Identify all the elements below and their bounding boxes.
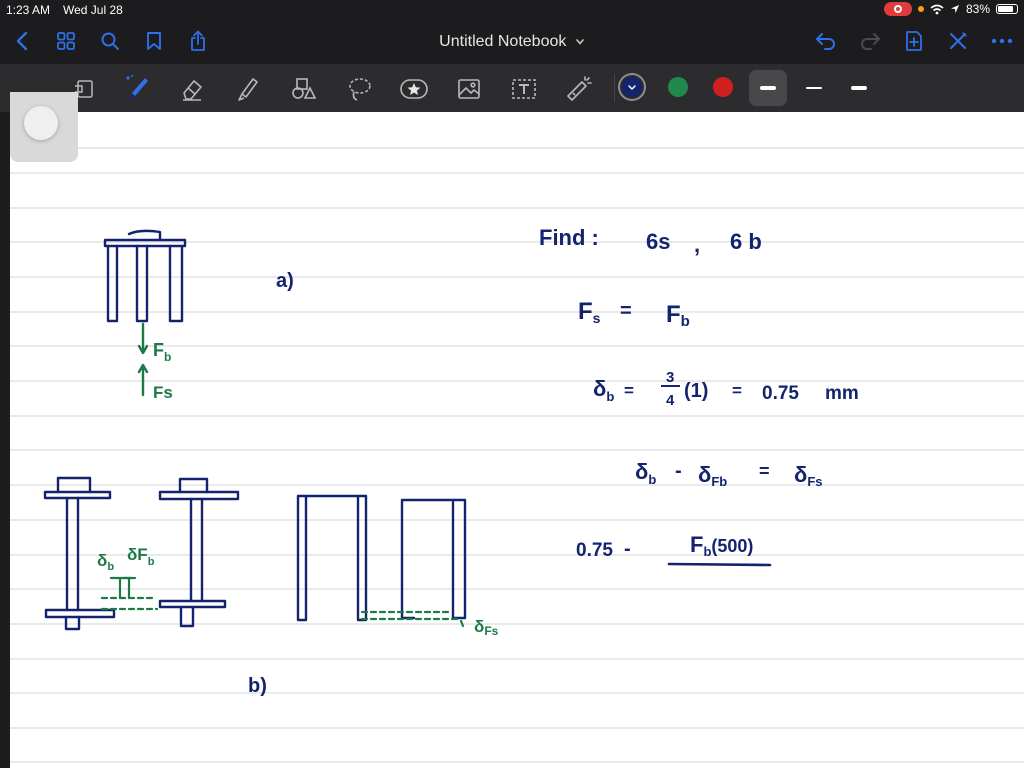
force-arrows [137, 322, 149, 397]
battery-icon [996, 4, 1018, 14]
find-b: 6 b [730, 229, 762, 254]
sketch-a-frame [103, 229, 187, 323]
close-writing-mode-icon[interactable] [945, 28, 971, 54]
wifi-icon [930, 4, 944, 14]
eq3-delta-b: δb [635, 459, 656, 487]
screen-record-icon [883, 2, 912, 16]
status-date: Wed Jul 28 [63, 3, 123, 17]
eq3-delta-fs: δFs [794, 462, 823, 489]
stroke-width-medium[interactable] [840, 70, 878, 106]
handwriting-layer[interactable]: Fb Fs a) δb δFb δFs b) Find: 6s , 6 b F… [10, 112, 1024, 768]
equations: Find : 6s , 6 b Fs = Fb δb = 3 4 (1) = 0… [539, 225, 859, 567]
color-swatch-green[interactable] [668, 77, 688, 97]
status-time: 1:23 AM [6, 3, 51, 17]
deformation-dashes [100, 596, 460, 621]
status-indicators: 83% [883, 2, 1018, 16]
eq2-numerator: 3 [666, 369, 674, 386]
stroke-width-thin-mark [806, 87, 822, 89]
sketch-b-bolts [43, 476, 467, 631]
color-swatch-red[interactable] [713, 77, 733, 97]
stroke-width-thick[interactable] [749, 70, 787, 106]
arrow-label-fb: Fb [153, 340, 171, 364]
chevron-down-icon[interactable] [575, 38, 585, 46]
sticker-icon[interactable] [399, 74, 429, 104]
label-delta-fb: δFb [127, 545, 155, 568]
shapes-icon[interactable] [289, 74, 319, 104]
eq2-equals: = [624, 381, 634, 400]
chevron-down-icon [628, 85, 636, 91]
stroke-width-thick-mark [760, 86, 776, 90]
battery-percentage: 83% [965, 2, 990, 16]
navigation-bar: Untitled Notebook [0, 20, 1024, 64]
eq1-right: Fb [666, 301, 690, 330]
image-icon[interactable] [454, 74, 484, 104]
lasso-icon[interactable] [345, 74, 375, 104]
scroll-knob[interactable] [10, 92, 78, 162]
text-box-icon[interactable] [509, 74, 539, 104]
find-label: Find : [539, 225, 599, 250]
eq3-equals: = [759, 461, 770, 481]
microphone-dot-icon [917, 6, 924, 12]
arrow-label-fs: Fs [153, 383, 173, 402]
highlighter-icon[interactable] [233, 74, 263, 104]
add-page-icon[interactable] [901, 28, 927, 54]
eq2-denominator: 4 [666, 392, 675, 409]
note-page[interactable]: Fb Fs a) δb δFb δFs b) Find: 6s , 6 b F… [10, 112, 1024, 768]
notebook-title-text[interactable]: Untitled Notebook [439, 33, 566, 50]
redo-icon[interactable] [857, 28, 883, 54]
eq3-delta-fb: δFb [698, 462, 727, 489]
eq4-left: 0.75 [576, 540, 613, 561]
find-comma: , [694, 232, 700, 257]
toolbar-divider [614, 74, 615, 102]
label-a: a) [276, 270, 294, 292]
eq1-mid: = [620, 300, 632, 322]
eq2-unit: mm [825, 383, 859, 404]
stroke-width-medium-mark [851, 86, 867, 90]
label-delta-b: δb [97, 551, 114, 573]
eq2-value: 0.75 [762, 383, 799, 404]
eq1-left: Fs [578, 298, 601, 326]
color-swatch-navy[interactable] [622, 77, 642, 97]
more-options-icon[interactable] [989, 28, 1015, 54]
status-bar: 1:23 AM Wed Jul 28 83% [0, 0, 1024, 20]
drawing-toolbar [0, 64, 1024, 112]
label-delta-fs: δFs [474, 617, 499, 638]
undo-icon[interactable] [813, 28, 839, 54]
eq4-minus: - [624, 538, 631, 560]
eq3-minus: - [675, 460, 682, 482]
eq4-numerator: Fb(500) [690, 532, 753, 559]
laser-pointer-icon[interactable] [564, 74, 594, 104]
label-b: b) [248, 675, 267, 697]
location-icon [950, 5, 959, 13]
eq2-equals-2: = [732, 381, 742, 400]
eq4-fraction-bar [667, 562, 772, 567]
stroke-width-thin[interactable] [795, 70, 833, 106]
pen-icon[interactable] [123, 74, 153, 104]
eq2-paren: (1) [684, 380, 708, 402]
eraser-icon[interactable] [177, 74, 207, 104]
find-s: 6s [646, 229, 670, 254]
eq2-delta: δb [593, 376, 614, 404]
